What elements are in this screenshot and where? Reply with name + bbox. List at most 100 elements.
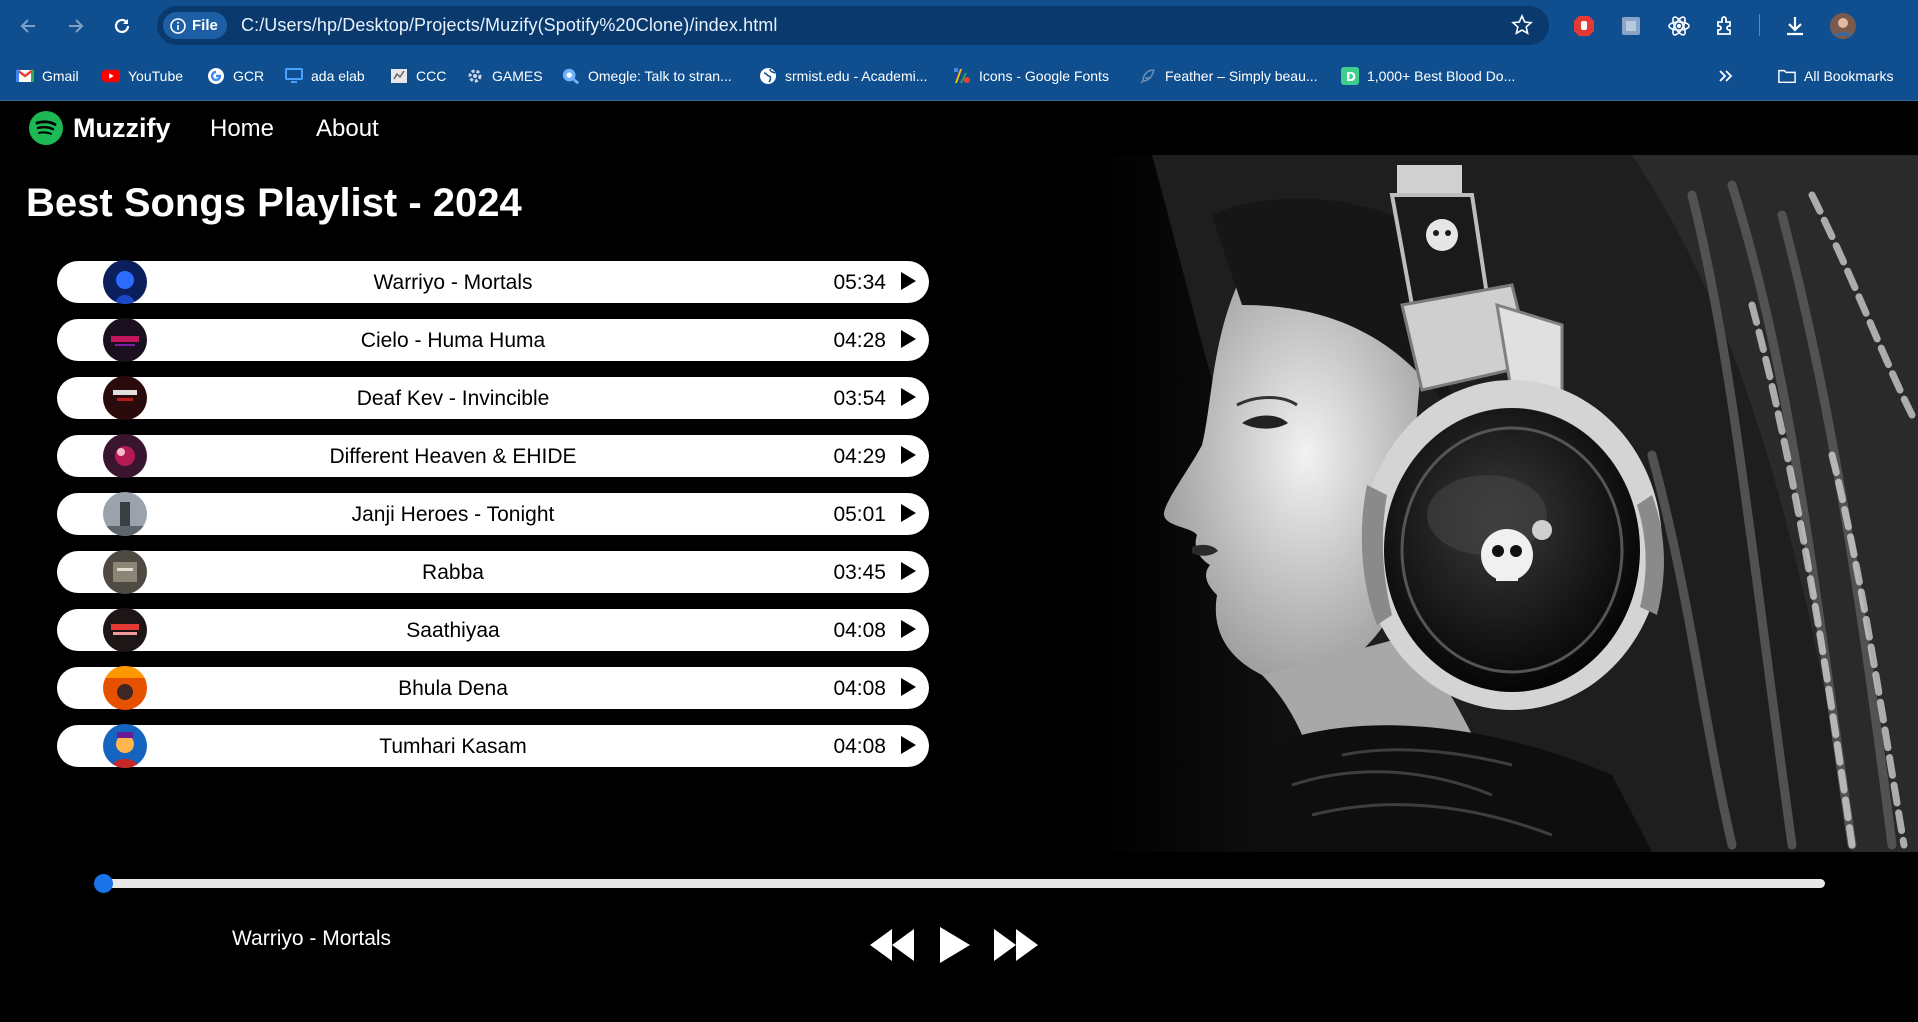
back-button[interactable]: [15, 12, 43, 40]
bookmark-feather[interactable]: Feather – Simply beau...: [1139, 65, 1318, 87]
chevron-double-right-icon: [1719, 70, 1733, 82]
browser-toolbar: File C:/Users/hp/Desktop/Projects/Muzify…: [0, 0, 1918, 51]
album-art-image: [103, 376, 147, 420]
bookmarks-overflow-button[interactable]: [1716, 65, 1734, 87]
folder-icon: [1778, 69, 1796, 84]
song-item[interactable]: Cielo - Huma Huma 04:28: [57, 318, 929, 362]
extension-adblock[interactable]: [1570, 12, 1598, 40]
bookmark-label: GCR: [233, 68, 265, 84]
play-icon: [901, 736, 916, 754]
song-cover: [103, 608, 147, 652]
profile-avatar-button[interactable]: [1829, 12, 1857, 40]
album-art-image: [103, 666, 147, 710]
song-cover: [103, 550, 147, 594]
bookmark-omegle[interactable]: Omegle: Talk to stran...: [562, 65, 732, 87]
square-extension-icon: [1622, 17, 1640, 35]
forward-button[interactable]: [61, 12, 89, 40]
play-icon: [901, 272, 916, 290]
song-duration: 04:08: [833, 735, 886, 758]
address-bar[interactable]: File C:/Users/hp/Desktop/Projects/Muzify…: [157, 6, 1549, 45]
bookmark-games[interactable]: GAMES: [466, 65, 543, 87]
previous-button[interactable]: [868, 925, 916, 965]
song-play-button[interactable]: [899, 561, 917, 586]
reload-button[interactable]: [108, 12, 136, 40]
song-item[interactable]: Different Heaven & EHIDE 04:29: [57, 434, 929, 478]
song-item[interactable]: Rabba 03:45: [57, 550, 929, 594]
bookmark-label: GAMES: [492, 68, 543, 84]
bookmark-star-button[interactable]: [1511, 14, 1533, 41]
site-chip-label: File: [192, 17, 218, 34]
downloads-button[interactable]: [1781, 12, 1809, 40]
hero-image: [1092, 155, 1918, 852]
song-play-button[interactable]: [899, 677, 917, 702]
woman-headphones-image: [1092, 155, 1918, 852]
bookmark-srmist[interactable]: srmist.edu - Academi...: [759, 65, 927, 87]
song-item[interactable]: Tumhari Kasam 04:08: [57, 724, 929, 768]
bookmark-ccc[interactable]: CCC: [390, 65, 446, 87]
next-button[interactable]: [992, 925, 1040, 965]
logo-text: Muzzify: [73, 112, 171, 143]
all-bookmarks-button[interactable]: All Bookmarks: [1778, 65, 1893, 87]
extension-square[interactable]: [1617, 12, 1645, 40]
song-item[interactable]: Deaf Kev - Invincible 03:54: [57, 376, 929, 420]
reload-icon: [114, 18, 130, 34]
play-icon: [901, 620, 916, 638]
album-art-image: [103, 550, 147, 594]
song-play-button[interactable]: [899, 329, 917, 354]
bookmark-ada-elab[interactable]: ada elab: [285, 65, 365, 87]
bookmark-google-fonts[interactable]: Icons - Google Fonts: [953, 65, 1109, 87]
song-cover: [103, 376, 147, 420]
bookmark-blood-donation[interactable]: D 1,000+ Best Blood Do...: [1341, 65, 1515, 87]
album-art-image: [103, 724, 147, 768]
bookmark-gcr[interactable]: GCR: [207, 65, 264, 87]
song-item[interactable]: Bhula Dena 04:08: [57, 666, 929, 710]
song-item[interactable]: Warriyo - Mortals 05:34: [57, 260, 929, 304]
bookmark-label: Icons - Google Fonts: [979, 68, 1109, 84]
song-cover: [103, 434, 147, 478]
song-play-button[interactable]: [899, 735, 917, 760]
song-list: Warriyo - Mortals 05:34 Cielo - Huma Hum…: [57, 260, 929, 783]
bookmark-label: YouTube: [128, 68, 184, 84]
play-icon: [901, 446, 916, 464]
song-item[interactable]: Janji Heroes - Tonight 05:01: [57, 492, 929, 536]
forward-icon: [994, 929, 1038, 961]
song-name: Tumhari Kasam: [379, 735, 527, 758]
song-play-button[interactable]: [899, 387, 917, 412]
bookmark-label: ada elab: [311, 68, 365, 84]
progress-slider-thumb[interactable]: [93, 874, 113, 893]
song-play-button[interactable]: [899, 271, 917, 296]
song-item[interactable]: Saathiyaa 04:08: [57, 608, 929, 652]
nav-home-link[interactable]: Home: [210, 115, 274, 143]
bookmark-gmail[interactable]: Gmail: [16, 65, 79, 87]
play-icon: [901, 504, 916, 522]
extensions-menu-button[interactable]: [1712, 12, 1740, 40]
album-art-image: [103, 434, 147, 478]
song-duration: 04:08: [833, 677, 886, 700]
extension-react-devtools[interactable]: [1665, 12, 1693, 40]
bookmark-label: CCC: [416, 68, 447, 84]
nav-about-link[interactable]: About: [316, 115, 379, 143]
song-play-button[interactable]: [899, 445, 917, 470]
song-name: Cielo - Huma Huma: [360, 329, 546, 352]
puzzle-icon: [1717, 16, 1731, 35]
url-text[interactable]: C:/Users/hp/Desktop/Projects/Muzify(Spot…: [241, 15, 778, 36]
bookmark-label: Omegle: Talk to stran...: [588, 68, 732, 84]
song-play-button[interactable]: [899, 503, 917, 528]
play-icon: [901, 388, 916, 406]
youtube-icon: [102, 69, 120, 83]
info-icon: [170, 17, 186, 34]
play-icon: [901, 678, 916, 696]
progress-slider[interactable]: [103, 879, 1825, 888]
song-name: Different Heaven & EHIDE: [329, 445, 577, 468]
song-name: Bhula Dena: [398, 677, 508, 700]
all-bookmarks-label: All Bookmarks: [1804, 68, 1894, 84]
bookmark-youtube[interactable]: YouTube: [102, 65, 183, 87]
song-duration: 03:54: [833, 387, 886, 410]
omegle-icon: [562, 68, 580, 85]
gear-icon: [468, 69, 482, 83]
play-button[interactable]: [936, 925, 972, 965]
site-info-chip[interactable]: File: [163, 12, 227, 39]
song-play-button[interactable]: [899, 619, 917, 644]
app-logo[interactable]: Muzzify: [29, 111, 171, 145]
bookmark-label: srmist.edu - Academi...: [785, 68, 928, 84]
